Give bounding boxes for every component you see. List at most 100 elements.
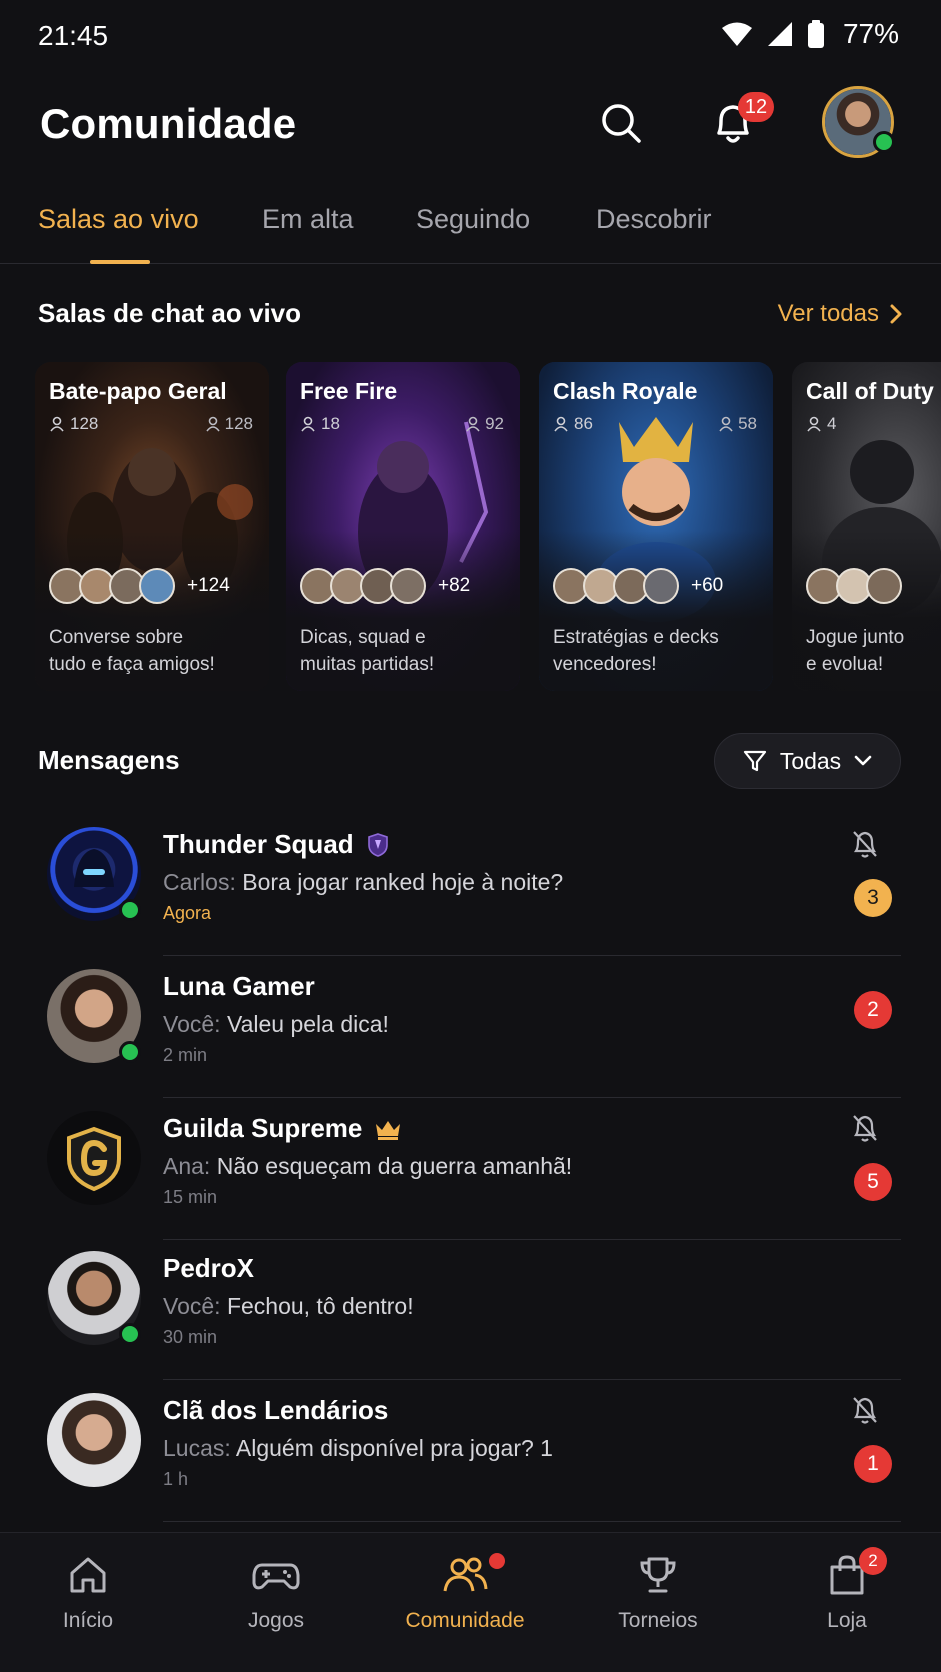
page-title: Comunidade (40, 100, 297, 147)
conversation-name: Clã dos Lendários (163, 1395, 389, 1425)
room-title: Call of Duty (806, 378, 934, 404)
nav-label: Loja (827, 1609, 867, 1632)
nav-item-jogos[interactable]: Jogos (201, 1553, 351, 1633)
muted-bell-icon (853, 1115, 877, 1142)
room-card-clash-royale[interactable]: Clash Royale 86 58 +60 Estratégias e dec… (539, 362, 773, 691)
battery-percent: 77% (842, 18, 899, 49)
message-time: 2 min (163, 1045, 208, 1065)
room-member-count: 18 (300, 414, 340, 434)
trophy-icon (640, 1557, 676, 1593)
message-time: Agora (163, 903, 212, 923)
last-message: Carlos: Bora jogar ranked hoje à noite? (163, 869, 564, 895)
room-description: Dicas, squad e muitas partidas! (300, 627, 435, 675)
avatar (47, 827, 141, 921)
unread-count-badge: 3 (854, 879, 892, 917)
room-more-members: +124 (187, 575, 230, 596)
room-more-members: +82 (438, 575, 471, 596)
room-title: Bate-papo Geral (49, 378, 227, 404)
person-icon (301, 416, 315, 432)
nav-label: Torneios (618, 1609, 698, 1632)
person-icon (807, 416, 821, 432)
room-card-bate-papo-geral[interactable]: Bate-papo Geral 128 128 +124 Converse so… (35, 362, 269, 691)
room-title: Free Fire (300, 378, 398, 404)
nav-item-torneios[interactable]: Torneios (583, 1553, 733, 1633)
room-online-count: 58 (718, 414, 757, 434)
nav-item-comunidade[interactable]: Comunidade (390, 1553, 540, 1633)
notification-badge: 12 (738, 92, 774, 122)
avatar (47, 969, 141, 1063)
active-tab-indicator (90, 260, 150, 264)
room-card-free-fire[interactable]: Free Fire 18 92 +82 Dicas, squad e muitas… (286, 362, 520, 691)
nav-notification-dot (489, 1553, 505, 1569)
notifications-button[interactable]: 12 (702, 92, 774, 154)
unread-count-badge: 1 (854, 1445, 892, 1483)
person-icon (50, 416, 64, 432)
conversation-name: PedroX (163, 1253, 255, 1283)
last-message: Você: Valeu pela dica! (163, 1011, 389, 1037)
conversation-guilda-supreme[interactable]: Guilda Supreme Ana: Não esqueçam da guer… (0, 1099, 941, 1240)
last-message: Você: Fechou, tô dentro! (163, 1293, 414, 1319)
room-member-count: 4 (806, 414, 836, 434)
message-time: 30 min (163, 1327, 218, 1347)
see-all-link[interactable]: Ver todas (778, 300, 903, 328)
last-message: Lucas: Alguém disponível pra jogar? 1 (163, 1435, 553, 1461)
tab-seguindo[interactable]: Seguindo (416, 204, 530, 235)
person-icon (205, 416, 220, 432)
people-icon (443, 1557, 488, 1592)
search-button[interactable] (590, 92, 652, 154)
conversation-name: Guilda Supreme (163, 1113, 402, 1144)
unread-count-badge: 5 (854, 1163, 892, 1201)
nav-item-inicio[interactable]: Início (13, 1553, 163, 1633)
profile-avatar-button[interactable] (822, 86, 895, 158)
gamepad-icon (252, 1563, 300, 1590)
live-rooms-carousel[interactable]: Bate-papo Geral 128 128 +124 Converse so… (35, 362, 941, 692)
tab-salas-ao-vivo[interactable]: Salas ao vivo (38, 204, 199, 235)
tab-descobrir[interactable]: Descobrir (596, 204, 712, 235)
room-online-count: 128 (205, 414, 253, 434)
nav-label: Comunidade (405, 1609, 525, 1632)
status-icons: 77% (721, 18, 899, 50)
home-icon (70, 1557, 106, 1593)
nav-label: Jogos (247, 1609, 305, 1632)
online-status-dot (119, 899, 141, 921)
community-tabs: Salas ao vivo Em alta Seguindo Descobrir (0, 186, 941, 264)
conversation-cla-dos-lendarios[interactable]: Clã dos Lendários Lucas: Alguém disponív… (0, 1381, 941, 1522)
avatar (866, 568, 902, 604)
shield-badge-icon (367, 832, 388, 857)
person-icon (719, 416, 733, 432)
signal-icon (767, 22, 792, 46)
tab-em-alta[interactable]: Em alta (262, 204, 354, 235)
messages-filter-dropdown[interactable]: Todas (714, 733, 901, 789)
online-status-dot (873, 131, 895, 153)
nav-item-loja[interactable]: 2 Loja (772, 1547, 922, 1633)
room-member-avatars: +82 (300, 568, 470, 604)
room-card-call-of-duty[interactable]: Call of Duty 4 Jogue junto e evolua! (792, 362, 941, 691)
battery-icon (807, 20, 824, 48)
nav-badge: 2 (859, 1547, 887, 1575)
nav-label: Início (62, 1609, 114, 1632)
avatar (47, 1251, 141, 1345)
bottom-navigation: Início Jogos Comunidade Torneios 2 Loja (0, 1532, 941, 1672)
chevron-right-icon (890, 304, 902, 324)
room-member-avatars: +60 (553, 568, 723, 604)
message-time: 15 min (163, 1187, 218, 1207)
conversation-thunder-squad[interactable]: Thunder Squad Carlos: Bora jogar ranked … (0, 815, 941, 956)
conversation-pedrox[interactable]: PedroX Você: Fechou, tô dentro! 30 min (0, 1239, 941, 1380)
room-description: Converse sobre tudo e faça amigos! (49, 627, 215, 675)
conversation-luna-gamer[interactable]: Luna Gamer Você: Valeu pela dica! 2 min … (0, 957, 941, 1098)
unread-count-badge: 2 (854, 991, 892, 1029)
room-member-avatars (806, 568, 902, 604)
wifi-icon (721, 22, 752, 46)
room-description: Estratégias e decks vencedores! (553, 627, 719, 675)
room-online-count: 92 (465, 414, 504, 434)
person-icon (466, 416, 480, 432)
room-member-avatars: +124 (49, 568, 230, 604)
conversation-name: Luna Gamer (163, 971, 315, 1001)
online-status-dot (119, 1041, 141, 1063)
chevron-down-icon (854, 755, 872, 766)
message-time: 1 h (163, 1469, 189, 1489)
room-member-count: 128 (49, 414, 98, 434)
avatar (390, 568, 426, 604)
avatar (643, 568, 679, 604)
search-icon (602, 104, 641, 143)
